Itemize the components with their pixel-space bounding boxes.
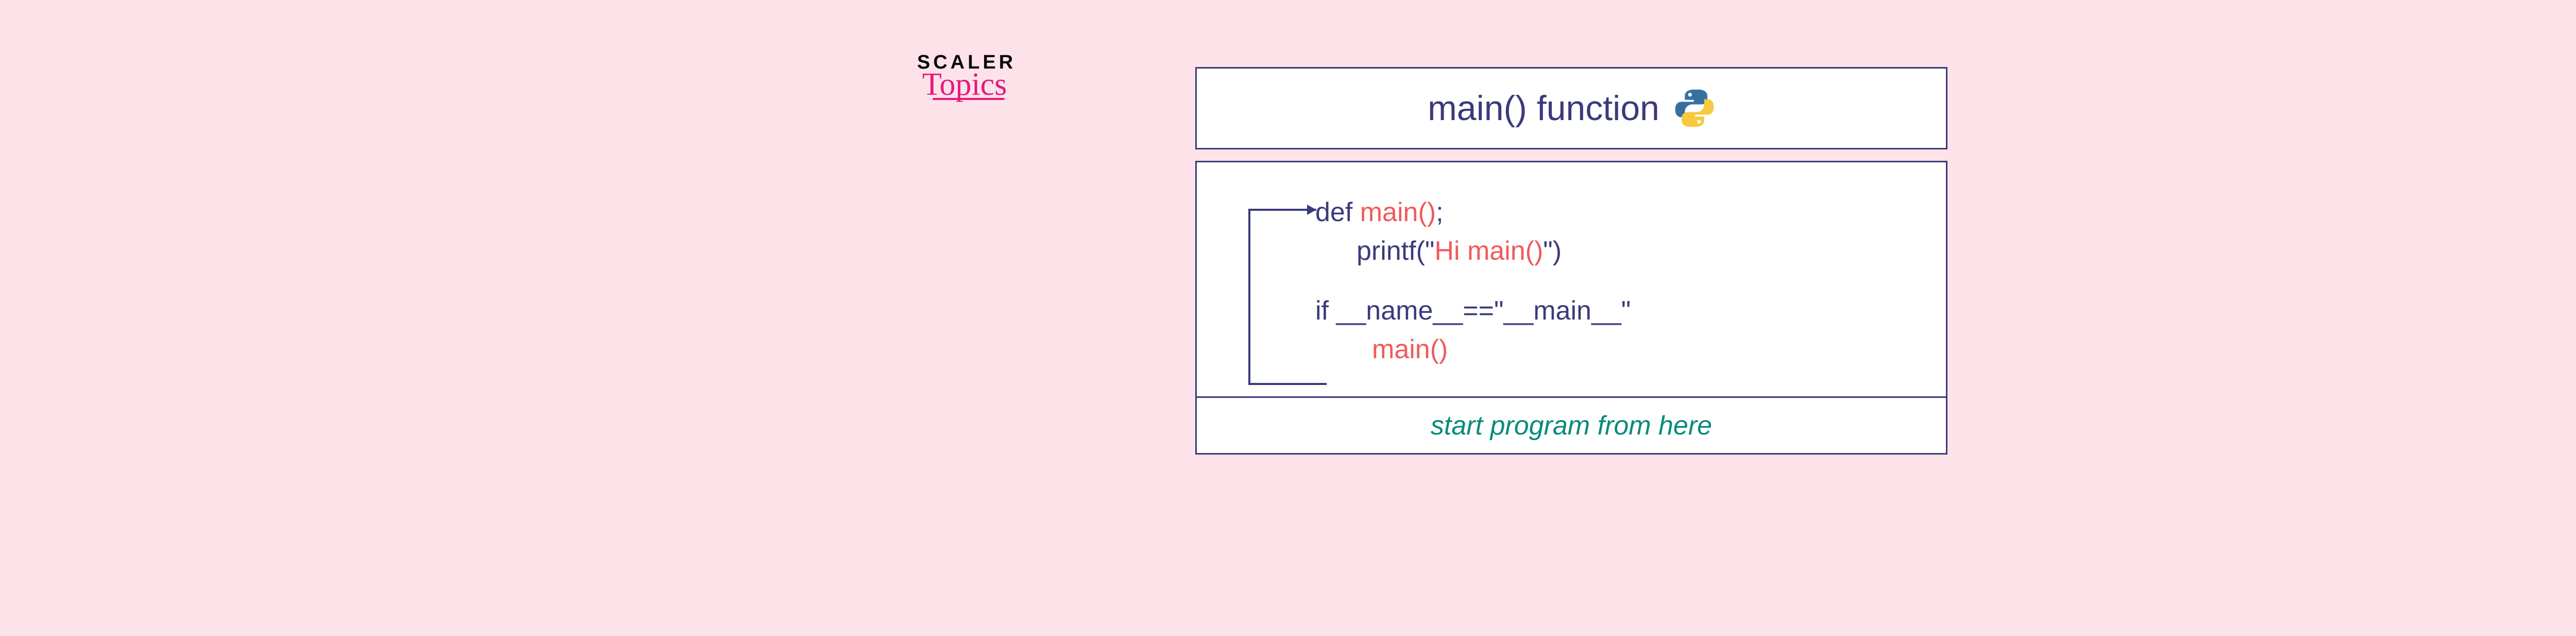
if-name-main: if __name__=="__main__" xyxy=(1315,296,1631,326)
footer-box: start program from here xyxy=(1195,398,1947,455)
diagram-container: main() function def main(); printf("Hi m… xyxy=(1195,67,1947,455)
canvas: SCALER Topics main() function def main()… xyxy=(0,0,2576,636)
python-icon xyxy=(1674,88,1715,129)
flow-arrow xyxy=(1244,204,1337,394)
title-box: main() function xyxy=(1195,67,1947,149)
call-main: main() xyxy=(1372,334,1448,364)
scaler-topics-logo: SCALER Topics xyxy=(917,52,1072,100)
call-printf: printf( xyxy=(1357,236,1425,266)
footer-caption: start program from here xyxy=(1431,410,1712,441)
logo-text-topics: Topics xyxy=(922,66,1077,103)
close-quote: " xyxy=(1543,236,1552,266)
code-line-printf: printf("Hi main()") xyxy=(1238,232,1915,271)
code-box: def main(); printf("Hi main()") if __nam… xyxy=(1195,161,1947,398)
semicolon: ; xyxy=(1436,197,1443,227)
string-literal: Hi main() xyxy=(1434,236,1543,266)
close-paren: ) xyxy=(1553,236,1562,266)
code-line-call-main: main() xyxy=(1238,330,1915,369)
code-line-def: def main(); xyxy=(1238,193,1915,232)
function-name-main: main() xyxy=(1360,197,1436,227)
code-line-if: if __name__=="__main__" xyxy=(1238,292,1915,330)
diagram-title: main() function xyxy=(1428,88,1659,128)
open-quote: " xyxy=(1425,236,1434,266)
blank-line xyxy=(1238,271,1915,292)
